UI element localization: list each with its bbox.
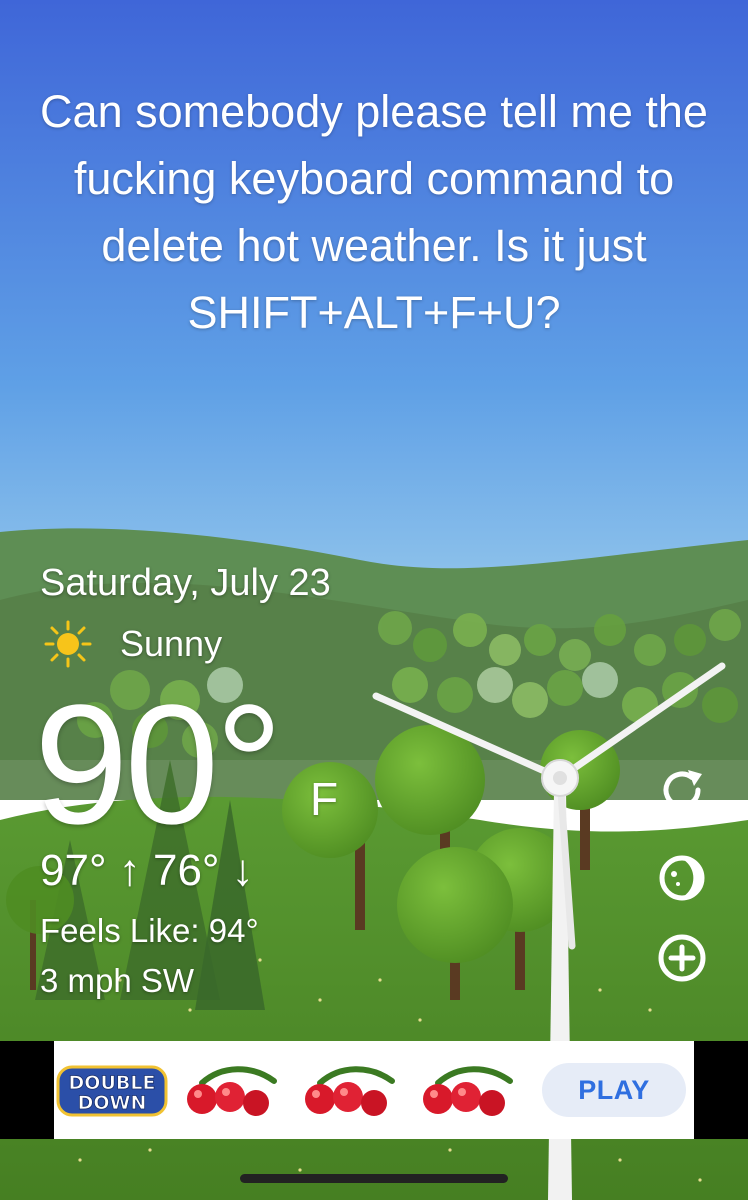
ad-letterbox-left: [0, 1041, 54, 1139]
sun-icon: [44, 620, 92, 668]
ad-banner[interactable]: DOUBLE DOWN PLAY: [54, 1041, 694, 1139]
svg-text:DOWN: DOWN: [78, 1092, 147, 1114]
svg-text:DOUBLE: DOUBLE: [69, 1072, 156, 1094]
doubledown-logo: DOUBLE DOWN: [56, 1065, 168, 1117]
date-label: Saturday, July 23: [40, 562, 331, 604]
slot-symbols: [182, 1063, 518, 1119]
cherries-icon: [305, 1066, 395, 1116]
high-low-temperature: 97° ↑ 76° ↓: [40, 846, 254, 895]
current-temperature: 90°: [34, 670, 283, 860]
temperature-unit[interactable]: F: [310, 772, 338, 826]
play-button[interactable]: PLAY: [542, 1063, 686, 1117]
moon-theme-icon[interactable]: [654, 850, 710, 906]
feels-like-label: Feels Like: 94°: [40, 912, 259, 949]
ad-letterbox-right: [694, 1041, 748, 1139]
home-indicator[interactable]: [240, 1174, 508, 1183]
condition-label: Sunny: [120, 623, 223, 664]
cherries-icon: [423, 1066, 513, 1116]
refresh-icon[interactable]: [654, 762, 710, 818]
headline-message: Can somebody please tell me the fucking …: [40, 86, 708, 338]
add-location-icon[interactable]: [654, 930, 710, 986]
cherries-icon: [187, 1066, 277, 1116]
wind-label: 3 mph SW: [40, 962, 195, 999]
condition-row: Sunny: [44, 620, 222, 668]
